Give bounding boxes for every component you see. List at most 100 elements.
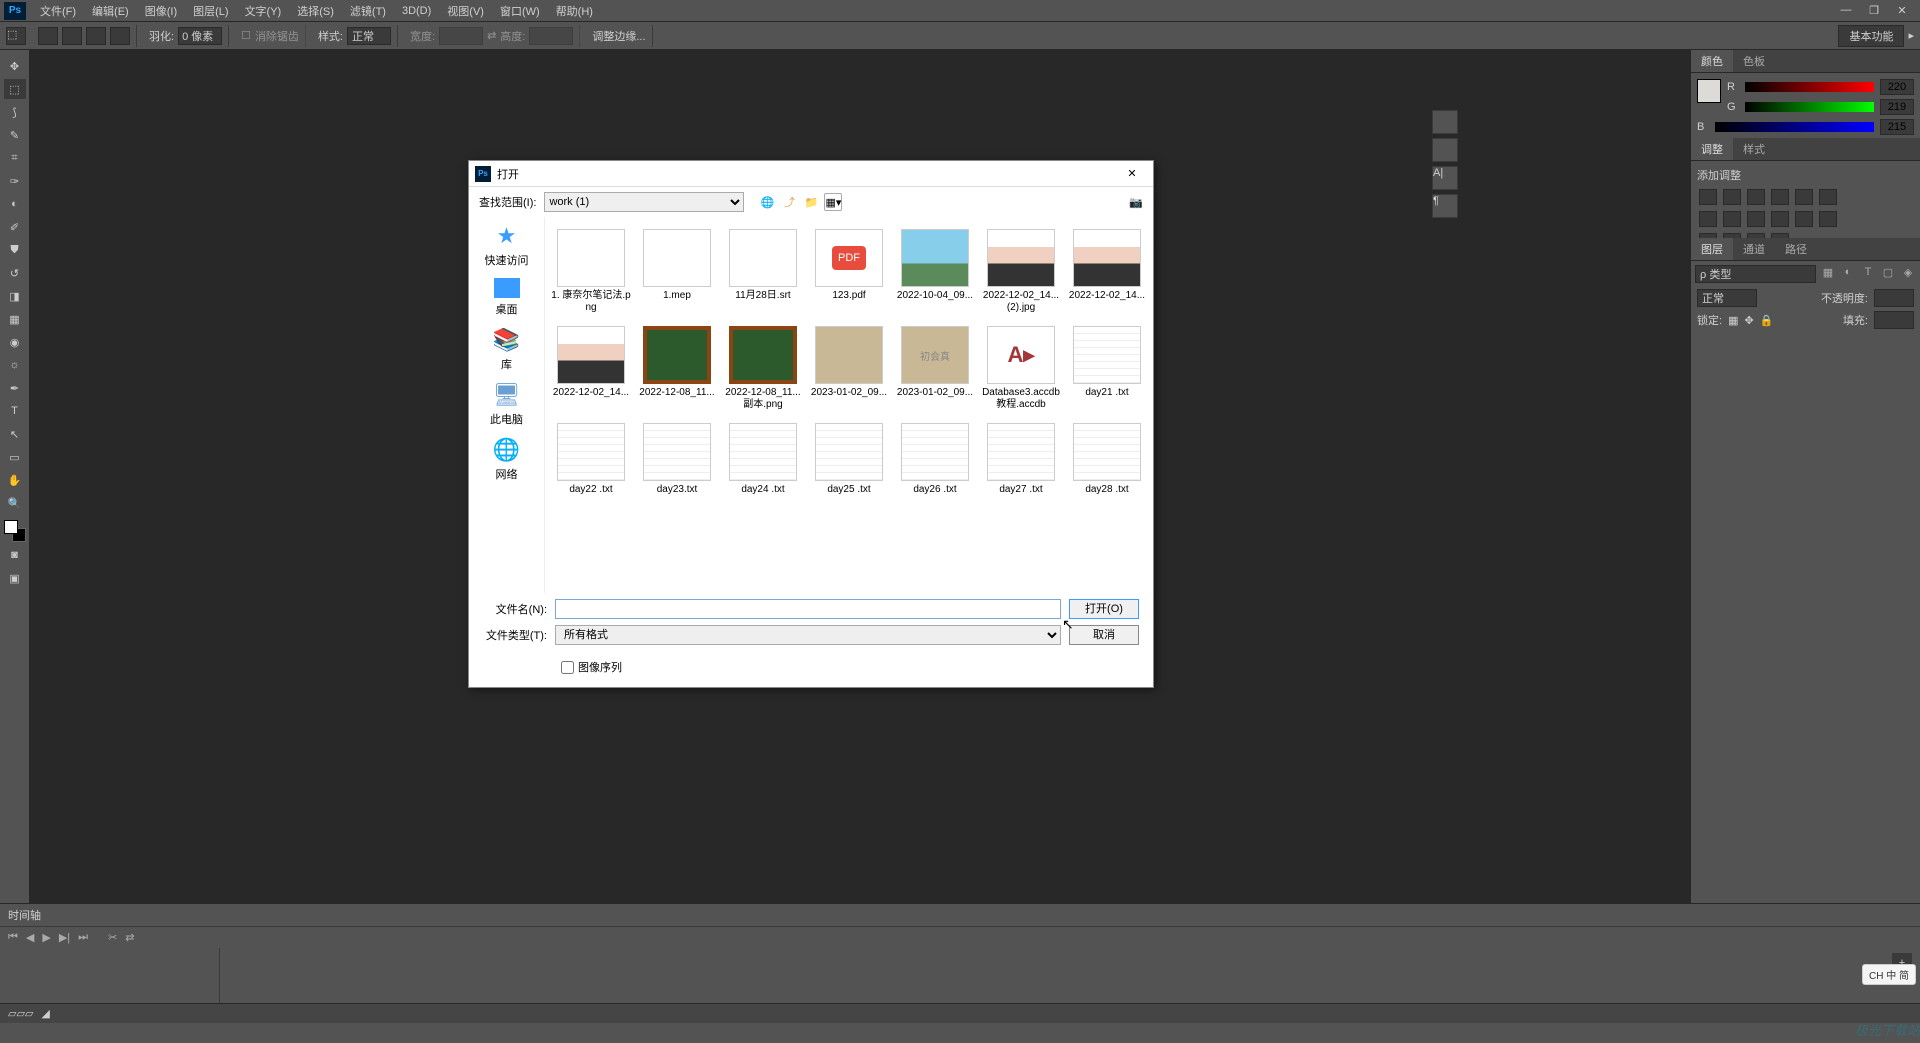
file-item[interactable]: day26 .txt	[893, 419, 977, 500]
file-item[interactable]: 2022-12-02_14...	[549, 322, 633, 415]
path-select-tool[interactable]: ↖	[4, 424, 26, 444]
menu-file[interactable]: 文件(F)	[32, 3, 84, 19]
open-button[interactable]: 打开(O)	[1069, 599, 1139, 619]
properties-panel-icon[interactable]	[1432, 138, 1458, 162]
view-menu-icon[interactable]: ▦▾	[824, 193, 842, 211]
tool-preset-icon[interactable]: ⬚	[6, 27, 26, 45]
tl-prev-icon[interactable]: ◀	[26, 931, 34, 944]
menu-window[interactable]: 窗口(W)	[492, 3, 548, 19]
menu-filter[interactable]: 滤镜(T)	[342, 3, 394, 19]
adj-icon[interactable]	[1723, 189, 1741, 205]
maximize-button[interactable]: ❐	[1860, 4, 1888, 17]
add-selection-icon[interactable]	[62, 27, 82, 45]
tab-channels[interactable]: 通道	[1733, 238, 1775, 260]
shape-tool[interactable]: ▭	[4, 447, 26, 467]
g-slider[interactable]	[1745, 102, 1874, 112]
file-item[interactable]: day24 .txt	[721, 419, 805, 500]
lock-all-icon[interactable]: 🔒	[1760, 314, 1774, 327]
lock-pixels-icon[interactable]: ▦	[1728, 314, 1738, 327]
menu-help[interactable]: 帮助(H)	[548, 3, 601, 19]
r-slider[interactable]	[1745, 82, 1874, 92]
file-item[interactable]: day22 .txt	[549, 419, 633, 500]
adj-icon[interactable]	[1771, 211, 1789, 227]
subtract-selection-icon[interactable]	[86, 27, 106, 45]
marquee-tool[interactable]: ⬚	[4, 79, 26, 99]
tab-swatches[interactable]: 色板	[1733, 50, 1775, 72]
filter-type-icon[interactable]: T	[1860, 266, 1876, 282]
sidebar-network[interactable]: 🌐网络	[492, 437, 522, 482]
b-slider[interactable]	[1715, 122, 1874, 132]
dialog-titlebar[interactable]: Ps 打开 ✕	[469, 161, 1153, 187]
up-icon[interactable]: ⤴	[780, 193, 798, 211]
file-item[interactable]: 2022-12-08_11...	[635, 322, 719, 415]
back-icon[interactable]: 🌐	[758, 193, 776, 211]
workspace-switcher[interactable]: 基本功能	[1838, 25, 1904, 47]
adj-icon[interactable]	[1819, 189, 1837, 205]
eraser-tool[interactable]: ◨	[4, 286, 26, 306]
ime-indicator[interactable]: CH 中 简	[1862, 964, 1916, 985]
adj-icon[interactable]	[1795, 211, 1813, 227]
file-item[interactable]: day23.txt	[635, 419, 719, 500]
adj-icon[interactable]	[1771, 189, 1789, 205]
feather-input[interactable]	[178, 27, 222, 45]
menu-view[interactable]: 视图(V)	[439, 3, 492, 19]
dodge-tool[interactable]: ☼	[4, 355, 26, 375]
screenmode-tool[interactable]: ▣	[4, 568, 26, 588]
pen-tool[interactable]: ✒	[4, 378, 26, 398]
tab-layers[interactable]: 图层	[1691, 238, 1733, 260]
filter-smart-icon[interactable]: ◈	[1900, 266, 1916, 282]
dialog-close-button[interactable]: ✕	[1117, 167, 1147, 180]
menu-edit[interactable]: 编辑(E)	[84, 3, 137, 19]
r-value[interactable]	[1880, 79, 1914, 95]
menu-select[interactable]: 选择(S)	[289, 3, 342, 19]
adj-icon[interactable]	[1699, 189, 1717, 205]
adj-icon[interactable]	[1747, 189, 1765, 205]
sidebar-this-pc[interactable]: 🖥此电脑	[490, 382, 523, 427]
character-panel-icon[interactable]: A|	[1432, 166, 1458, 190]
eyedropper-tool[interactable]: ✑	[4, 171, 26, 191]
refine-edge-button[interactable]: 调整边缘...	[592, 28, 645, 44]
sidebar-desktop[interactable]: 桌面	[494, 278, 520, 317]
file-item[interactable]: 2022-10-04_09...	[893, 225, 977, 318]
opacity-input[interactable]	[1874, 289, 1914, 307]
menu-image[interactable]: 图像(I)	[137, 3, 185, 19]
adj-icon[interactable]	[1819, 211, 1837, 227]
menu-type[interactable]: 文字(Y)	[237, 3, 290, 19]
lasso-tool[interactable]: ⟆	[4, 102, 26, 122]
workspace-menu-icon[interactable]: ▸	[1908, 29, 1914, 42]
tl-cut-icon[interactable]: ✂	[108, 931, 117, 944]
fill-input[interactable]	[1874, 311, 1914, 329]
lock-position-icon[interactable]: ✥	[1744, 314, 1753, 327]
adj-icon[interactable]	[1699, 211, 1717, 227]
file-item[interactable]: 11月28日.srt	[721, 225, 805, 318]
tab-adjustments[interactable]: 调整	[1691, 138, 1733, 160]
healing-tool[interactable]: ◐	[4, 194, 26, 214]
g-value[interactable]	[1880, 99, 1914, 115]
tl-first-icon[interactable]: ⏮	[8, 931, 18, 944]
sidebar-libraries[interactable]: 📚库	[492, 327, 522, 372]
file-item[interactable]: day25 .txt	[807, 419, 891, 500]
crop-tool[interactable]: ⌗	[4, 148, 26, 168]
tab-color[interactable]: 颜色	[1691, 50, 1733, 72]
history-panel-icon[interactable]	[1432, 110, 1458, 134]
lookin-select[interactable]: work (1)	[544, 192, 744, 212]
timeline-tracks-right[interactable]: +	[220, 948, 1920, 1003]
paragraph-panel-icon[interactable]: ¶	[1432, 194, 1458, 218]
camera-icon[interactable]: 📷	[1129, 196, 1143, 209]
tl-play-icon[interactable]: ▶	[42, 931, 50, 944]
cancel-button[interactable]: 取消	[1069, 625, 1139, 645]
filter-adjust-icon[interactable]: ◐	[1840, 266, 1856, 282]
color-swatches[interactable]	[4, 520, 26, 542]
image-sequence-checkbox[interactable]	[561, 661, 574, 674]
tl-transition-icon[interactable]: ⇄	[125, 931, 134, 944]
layer-kind-select[interactable]: ρ 类型	[1695, 265, 1816, 283]
new-selection-icon[interactable]	[38, 27, 58, 45]
history-brush-tool[interactable]: ↺	[4, 263, 26, 283]
menu-layer[interactable]: 图层(L)	[185, 3, 236, 19]
new-folder-icon[interactable]: 📁	[802, 193, 820, 211]
tab-styles[interactable]: 样式	[1733, 138, 1775, 160]
minimize-button[interactable]: —	[1832, 4, 1860, 17]
fg-color-swatch[interactable]	[4, 520, 18, 534]
stamp-tool[interactable]: ⛊	[4, 240, 26, 260]
file-item[interactable]: 1.mep	[635, 225, 719, 318]
